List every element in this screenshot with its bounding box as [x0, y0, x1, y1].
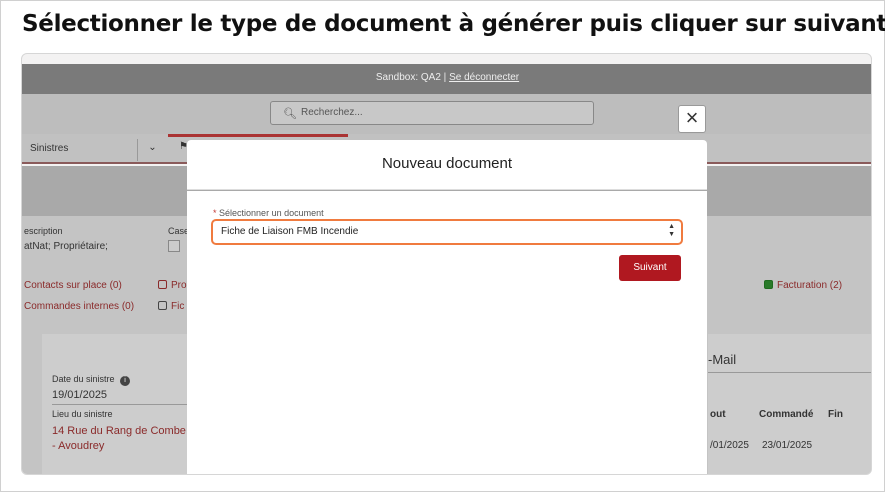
table-cell-date: 23/01/2025: [762, 440, 813, 451]
pro-link[interactable]: Pro: [158, 280, 187, 291]
app-frame: Sandbox: QA2 | Se déconnecter 🔍︎ Recherc…: [21, 53, 872, 475]
global-header: 🔍︎ Recherchez...: [22, 94, 871, 134]
invoice-icon: [764, 280, 773, 289]
fic-label: Fic: [171, 301, 185, 312]
email-tab[interactable]: -Mail: [708, 352, 736, 367]
modal-title: Nouveau document: [381, 155, 513, 172]
document-field-label: * Sélectionner un document: [213, 208, 324, 218]
select-arrows-icon: ▲ ▼: [668, 223, 675, 238]
lieu-label: Lieu du sinistre: [52, 409, 113, 419]
document-field-label-text: Sélectionner un document: [219, 208, 324, 218]
column-header-fin: Fin: [828, 409, 843, 420]
search-placeholder: Recherchez...: [301, 107, 363, 118]
table-cell-date: /01/2025: [710, 440, 749, 451]
commandes-link[interactable]: Commandes internes (0): [24, 301, 134, 312]
sandbox-info: Sandbox: QA2 | Se déconnecter: [22, 72, 871, 83]
date-label-text: Date du sinistre: [52, 374, 115, 384]
instruction-heading: Sélectionner le type de document à génér…: [22, 11, 885, 37]
chevron-down-icon[interactable]: ⌄: [137, 139, 167, 161]
lieu-line1[interactable]: 14 Rue du Rang de Combe: [52, 425, 186, 437]
case-checkbox: [168, 240, 180, 252]
next-button[interactable]: Suivant: [619, 255, 681, 281]
case-label: Case: [168, 226, 190, 236]
modal-header: Nouveau document: [187, 140, 707, 190]
sandbox-label: Sandbox: QA2 |: [375, 72, 447, 83]
logout-link[interactable]: Se déconnecter: [449, 72, 519, 83]
contacts-link[interactable]: Contacts sur place (0): [24, 280, 122, 291]
lieu-line2[interactable]: - Avoudrey: [52, 440, 104, 452]
document-select-value: Fiche de Liaison FMB Incendie: [221, 226, 359, 237]
description-value: atNat; Propriétaire;: [24, 241, 108, 252]
file-icon: [158, 301, 167, 310]
facturation-link[interactable]: Facturation (2): [764, 280, 842, 291]
date-label: Date du sinistre i: [52, 374, 131, 386]
tab-sinistres[interactable]: Sinistres: [30, 143, 68, 154]
close-icon[interactable]: ×: [678, 105, 706, 133]
screenshot-container: Sélectionner le type de document à génér…: [0, 0, 885, 492]
column-header-commande: Commandé: [759, 409, 814, 420]
modal-body: * Sélectionner un document Fiche de Liai…: [187, 191, 707, 474]
column-header-out: out: [710, 409, 726, 420]
document-icon: [158, 280, 167, 289]
active-tab-indicator: [168, 134, 348, 137]
top-bar: Sandbox: QA2 | Se déconnecter: [22, 64, 871, 94]
description-label: escription: [24, 226, 63, 236]
fic-link[interactable]: Fic: [158, 301, 184, 312]
required-marker: *: [213, 208, 217, 218]
divider: [708, 372, 871, 373]
search-input[interactable]: 🔍︎ Recherchez...: [270, 101, 594, 125]
date-value: 19/01/2025: [52, 389, 108, 401]
pro-label: Pro: [171, 280, 187, 291]
facturation-label: Facturation (2): [777, 280, 843, 291]
info-icon: i: [120, 376, 131, 386]
document-select[interactable]: Fiche de Liaison FMB Incendie ▲ ▼: [211, 219, 683, 245]
search-icon: 🔍︎: [283, 108, 297, 120]
